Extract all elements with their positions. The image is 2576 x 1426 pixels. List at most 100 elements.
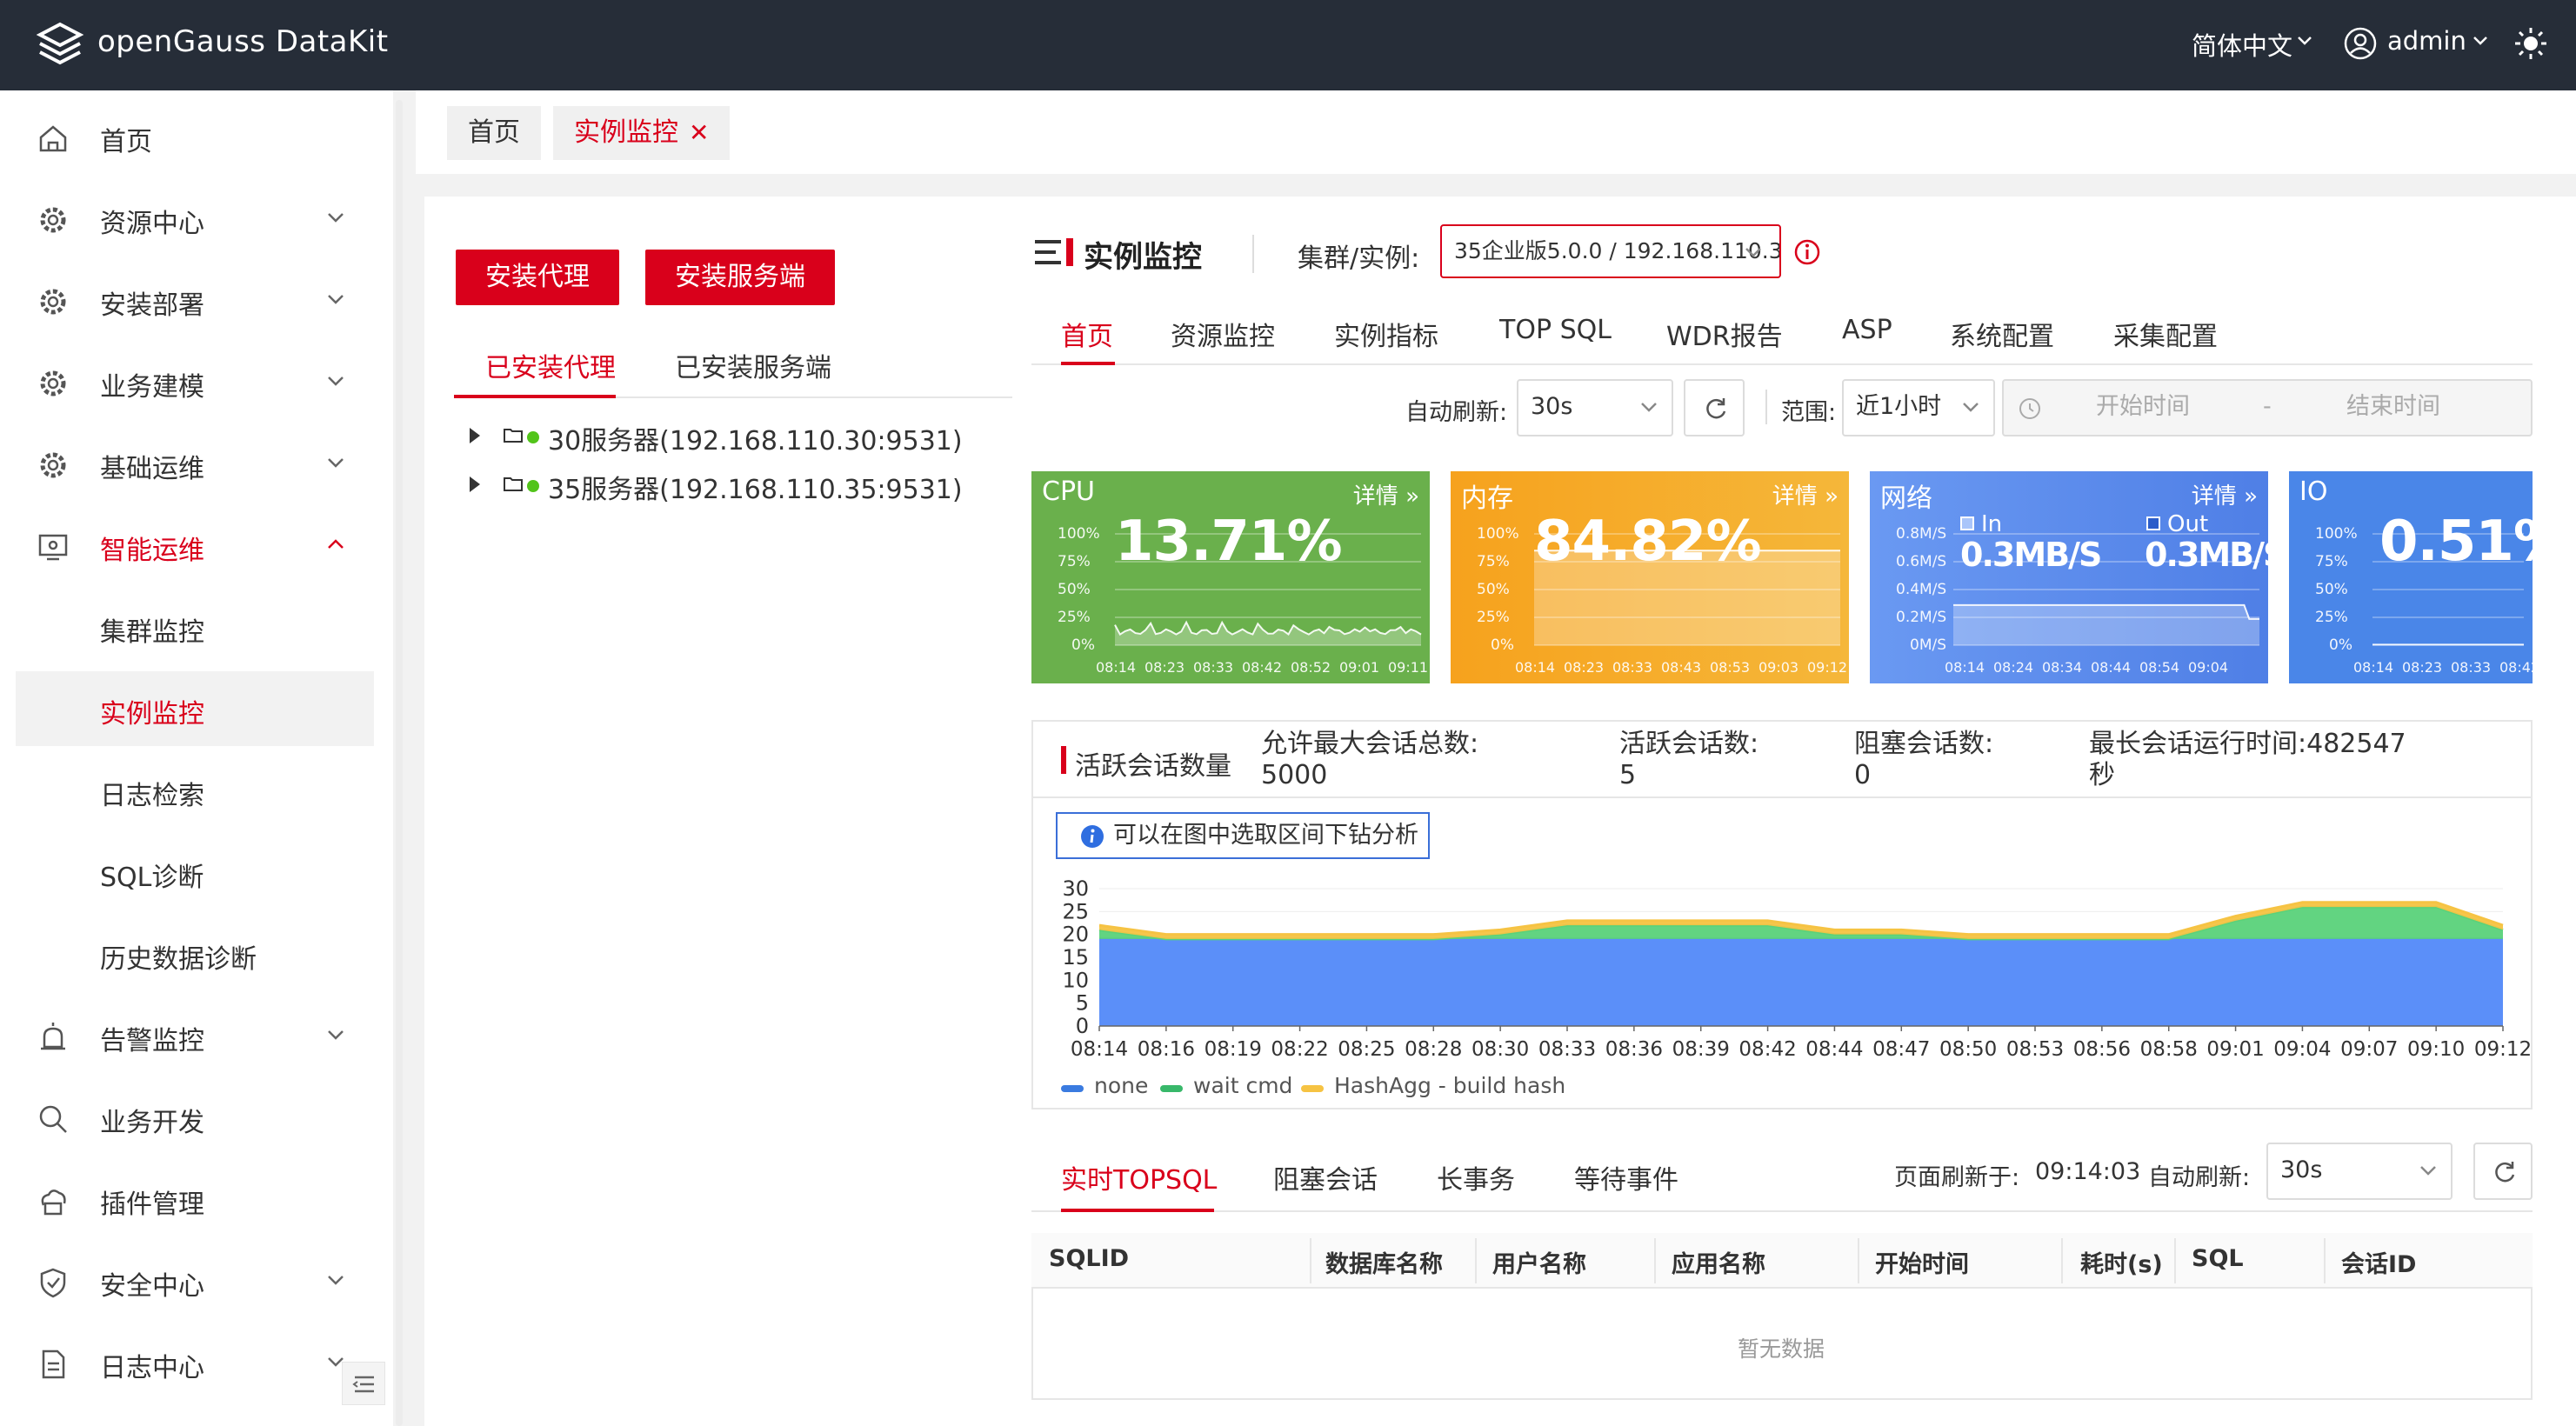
sidebar-item-intelligent-ops[interactable]: 智能运维 — [0, 508, 393, 583]
collapse-sidebar-button[interactable] — [342, 1362, 385, 1405]
tab-collect-config[interactable]: 采集配置 — [2113, 315, 2218, 353]
legend-hashagg[interactable]: HashAgg - build hash — [1301, 1073, 1565, 1098]
start-time-input[interactable]: 开始时间 — [2096, 381, 2190, 433]
memory-card[interactable]: 内存 详情 » 84.82% 100% 75% 50% 25% 0% 08:14… — [1451, 471, 1849, 683]
info-icon[interactable] — [1793, 238, 1821, 266]
sidebar-item-plugin-manage[interactable]: 插件管理 — [0, 1162, 393, 1236]
tab-wait-events[interactable]: 等待事件 — [1574, 1158, 1678, 1196]
gear-icon — [40, 207, 66, 233]
caret-right-icon[interactable] — [470, 428, 480, 443]
x-tick-label: 08:28 — [1405, 1038, 1462, 1061]
sun-icon[interactable] — [2513, 26, 2548, 61]
range-select[interactable]: 近1小时 — [1842, 379, 1995, 436]
sidebar-item-security-center[interactable]: 安全中心 — [0, 1243, 393, 1318]
column-header-user[interactable]: 用户名称 — [1492, 1245, 1586, 1279]
detail-link[interactable]: 详情 » — [1772, 478, 1839, 510]
chevron-down-icon[interactable] — [1743, 245, 1764, 259]
cpu-card[interactable]: CPU 详情 » 13.71% 100% 75% 50% 25% 0% 08:1… — [1031, 471, 1430, 683]
topsql-refresh-button[interactable] — [2473, 1143, 2533, 1200]
tab-realtime-topsql[interactable]: 实时TOPSQL — [1061, 1158, 1217, 1196]
legend-swatch — [1061, 1085, 1084, 1092]
tab-top-sql[interactable]: TOP SQL — [1499, 315, 1612, 345]
end-time-input[interactable]: 结束时间 — [2346, 381, 2440, 433]
tab-long-transactions[interactable]: 长事务 — [1437, 1158, 1515, 1196]
stat-label: 阻塞会话数: — [1854, 729, 1994, 759]
install-server-button[interactable]: 安装服务端 — [645, 250, 835, 305]
tab-instance-metrics[interactable]: 实例指标 — [1334, 315, 1438, 353]
sidebar-item-history-diagnosis[interactable]: 历史数据诊断 — [0, 916, 393, 991]
tab-asp[interactable]: ASP — [1842, 315, 1892, 345]
topsql-auto-refresh-select[interactable]: 30s — [2266, 1143, 2453, 1200]
auto-refresh-select[interactable]: 30s — [1517, 379, 1673, 436]
column-separator — [1475, 1238, 1477, 1283]
sidebar-item-sql-diagnosis[interactable]: SQL诊断 — [0, 835, 393, 910]
chevron-down-icon[interactable] — [2296, 35, 2313, 47]
refresh-button[interactable] — [1684, 379, 1745, 436]
y-tick: 0.6M/S — [1896, 553, 1947, 570]
column-header-session-id[interactable]: 会话ID — [2341, 1245, 2416, 1279]
page-tab-bar — [416, 90, 2576, 174]
y-tick: 100% — [1058, 525, 1100, 543]
legend-out-label: Out — [2167, 511, 2209, 537]
chevron-down-icon — [328, 376, 344, 386]
tree-node-server-35[interactable]: 35服务器(192.168.110.35:9531) — [470, 468, 963, 505]
column-header-duration[interactable]: 耗时(s) — [2080, 1245, 2163, 1279]
sidebar-item-alarm-monitor[interactable]: 告警监控 — [0, 998, 393, 1073]
user-name[interactable]: admin — [2387, 26, 2466, 56]
sidebar-item-install-deploy[interactable]: 安装部署 — [0, 263, 393, 337]
tab-installed-agents[interactable]: 已安装代理 — [485, 346, 616, 384]
language-select[interactable]: 简体中文 — [2192, 26, 2292, 63]
tab-home[interactable]: 首页 — [1061, 315, 1113, 353]
close-icon[interactable]: ✕ — [689, 118, 709, 147]
sidebar-item-business-modeling[interactable]: 业务建模 — [0, 344, 393, 419]
y-tick-label: 25 — [1062, 899, 1089, 923]
tab-wdr-report[interactable]: WDR报告 — [1666, 315, 1783, 353]
page-tab-instance-monitor[interactable]: 实例监控 ✕ — [553, 106, 731, 160]
home-icon — [39, 125, 67, 152]
stat-unit: 秒 — [2089, 760, 2115, 790]
network-card[interactable]: 网络 详情 » In Out 0.3MB/S 0.3MB/S 0.8M/S 0.… — [1870, 471, 2268, 683]
tab-system-config[interactable]: 系统配置 — [1950, 315, 2054, 353]
user-avatar-icon[interactable] — [2343, 26, 2378, 61]
sidebar-item-basic-ops[interactable]: 基础运维 — [0, 426, 393, 501]
column-header-database[interactable]: 数据库名称 — [1325, 1245, 1443, 1279]
tree-node-server-30[interactable]: 30服务器(192.168.110.30:9531) — [470, 419, 963, 456]
install-agent-button[interactable]: 安装代理 — [456, 250, 619, 305]
column-header-application[interactable]: 应用名称 — [1672, 1245, 1765, 1279]
x-tick: 08:23 — [1564, 659, 1605, 676]
date-range-picker[interactable]: 开始时间 - 结束时间 — [2002, 379, 2533, 436]
series-area-none[interactable] — [1099, 938, 2503, 1026]
sidebar-item-log-center[interactable]: 日志中心 — [0, 1325, 393, 1400]
legend-none[interactable]: none — [1061, 1073, 1148, 1098]
column-header-sql[interactable]: SQL — [2192, 1245, 2244, 1272]
detail-label: 详情 — [1772, 483, 1818, 510]
sidebar-item-business-dev[interactable]: 业务开发 — [0, 1080, 393, 1155]
y-tick: 0M/S — [1910, 636, 1947, 654]
page-tab-home[interactable]: 首页 — [447, 106, 541, 160]
app-title: openGauss DataKit — [97, 24, 389, 59]
tab-resource-monitor[interactable]: 资源监控 — [1171, 315, 1275, 353]
x-tick: 08:34 — [2042, 659, 2083, 676]
chevron-down-icon[interactable] — [2472, 35, 2489, 47]
column-header-sqlid[interactable]: SQLID — [1049, 1245, 1129, 1272]
sidebar-item-cluster-monitor[interactable]: 集群监控 — [0, 590, 393, 664]
active-sessions-chart[interactable]: 30252015105008:14 08:16 08:19 08:22 08:25 08:… — [1031, 870, 2533, 1070]
tab-blocked-sessions[interactable]: 阻塞会话 — [1273, 1158, 1378, 1196]
sidebar-item-instance-monitor[interactable]: 实例监控 — [16, 671, 374, 746]
sidebar-scrollbar[interactable] — [396, 100, 403, 1426]
caret-right-icon[interactable] — [470, 476, 480, 492]
column-header-start-time[interactable]: 开始时间 — [1875, 1245, 1969, 1279]
legend-wait-cmd[interactable]: wait cmd — [1160, 1073, 1292, 1098]
tab-installed-servers[interactable]: 已安装服务端 — [675, 346, 831, 384]
x-tick: 08:42 — [1242, 659, 1283, 676]
cluster-label: 集群/实例: — [1298, 243, 1420, 274]
sidebar-item-home[interactable]: 首页 — [0, 99, 393, 174]
x-tick: 08:42 — [2499, 659, 2533, 676]
detail-link[interactable]: 详情 » — [2192, 478, 2258, 510]
card-area — [1953, 604, 2259, 645]
sidebar-item-log-search[interactable]: 日志检索 — [0, 753, 393, 828]
sidebar-item-resource-center[interactable]: 资源中心 — [0, 181, 393, 256]
cluster-instance-select[interactable]: 35企业版5.0.0 / 192.168.110.35:5432 — [1440, 224, 1781, 278]
detail-link[interactable]: 详情 » — [1353, 478, 1419, 510]
io-card[interactable]: IO 0.51% 100% 75% 50% 25% 0% 08:14 08:23… — [2289, 471, 2533, 683]
